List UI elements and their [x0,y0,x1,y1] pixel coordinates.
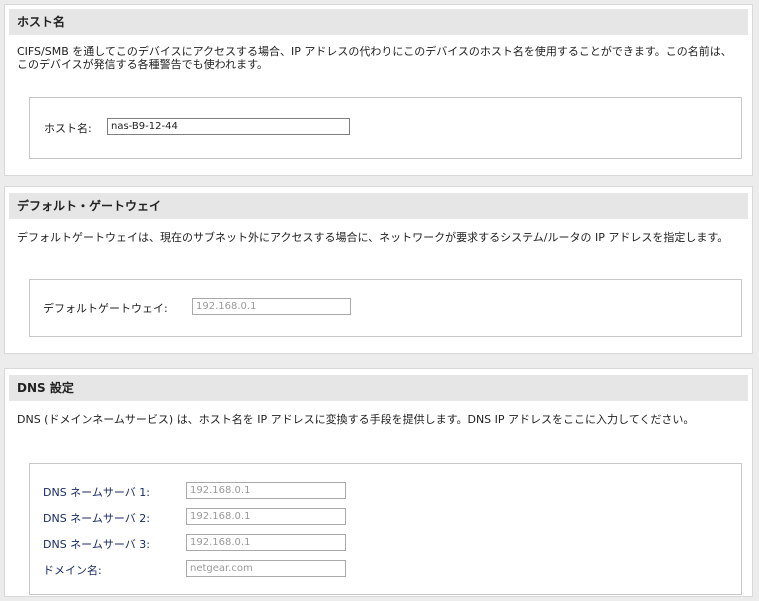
gateway-section-title: デフォルト・ゲートウェイ [9,193,748,219]
hostname-section: ホスト名 CIFS/SMB を通してこのデバイスにアクセスする場合、IP アドレ… [4,4,753,176]
dns-fieldbox: DNS ネームサーバ 1: DNS ネームサーバ 2: DNS ネームサーバ 3… [29,463,742,595]
hostname-label: ホスト名: [44,122,92,135]
hostname-input[interactable] [107,118,350,135]
dns-section-title: DNS 設定 [9,375,748,401]
dns-server3-label: DNS ネームサーバ 3: [43,538,150,551]
dns-server2-input[interactable] [186,508,346,525]
domain-name-input[interactable] [186,560,346,577]
hostname-description: CIFS/SMB を通してこのデバイスにアクセスする場合、IP アドレスの代わり… [17,45,732,71]
domain-name-label: ドメイン名: [43,564,102,577]
gateway-description: デフォルトゲートウェイは、現在のサブネット外にアクセスする場合に、ネットワークが… [17,231,729,244]
dns-server1-label: DNS ネームサーバ 1: [43,486,150,499]
hostname-fieldbox: ホスト名: [29,97,742,159]
dns-server3-input[interactable] [186,534,346,551]
gateway-section: デフォルト・ゲートウェイ デフォルトゲートウェイは、現在のサブネット外にアクセス… [4,186,753,354]
gateway-fieldbox: デフォルトゲートウェイ: [29,279,742,337]
dns-server1-input[interactable] [186,482,346,499]
dns-server2-label: DNS ネームサーバ 2: [43,512,150,525]
gateway-label: デフォルトゲートウェイ: [43,302,168,315]
dns-section: DNS 設定 DNS (ドメインネームサービス) は、ホスト名を IP アドレス… [4,368,753,597]
gateway-input[interactable] [192,298,351,315]
hostname-section-title: ホスト名 [9,9,748,35]
dns-description: DNS (ドメインネームサービス) は、ホスト名を IP アドレスに変換する手段… [17,413,695,426]
